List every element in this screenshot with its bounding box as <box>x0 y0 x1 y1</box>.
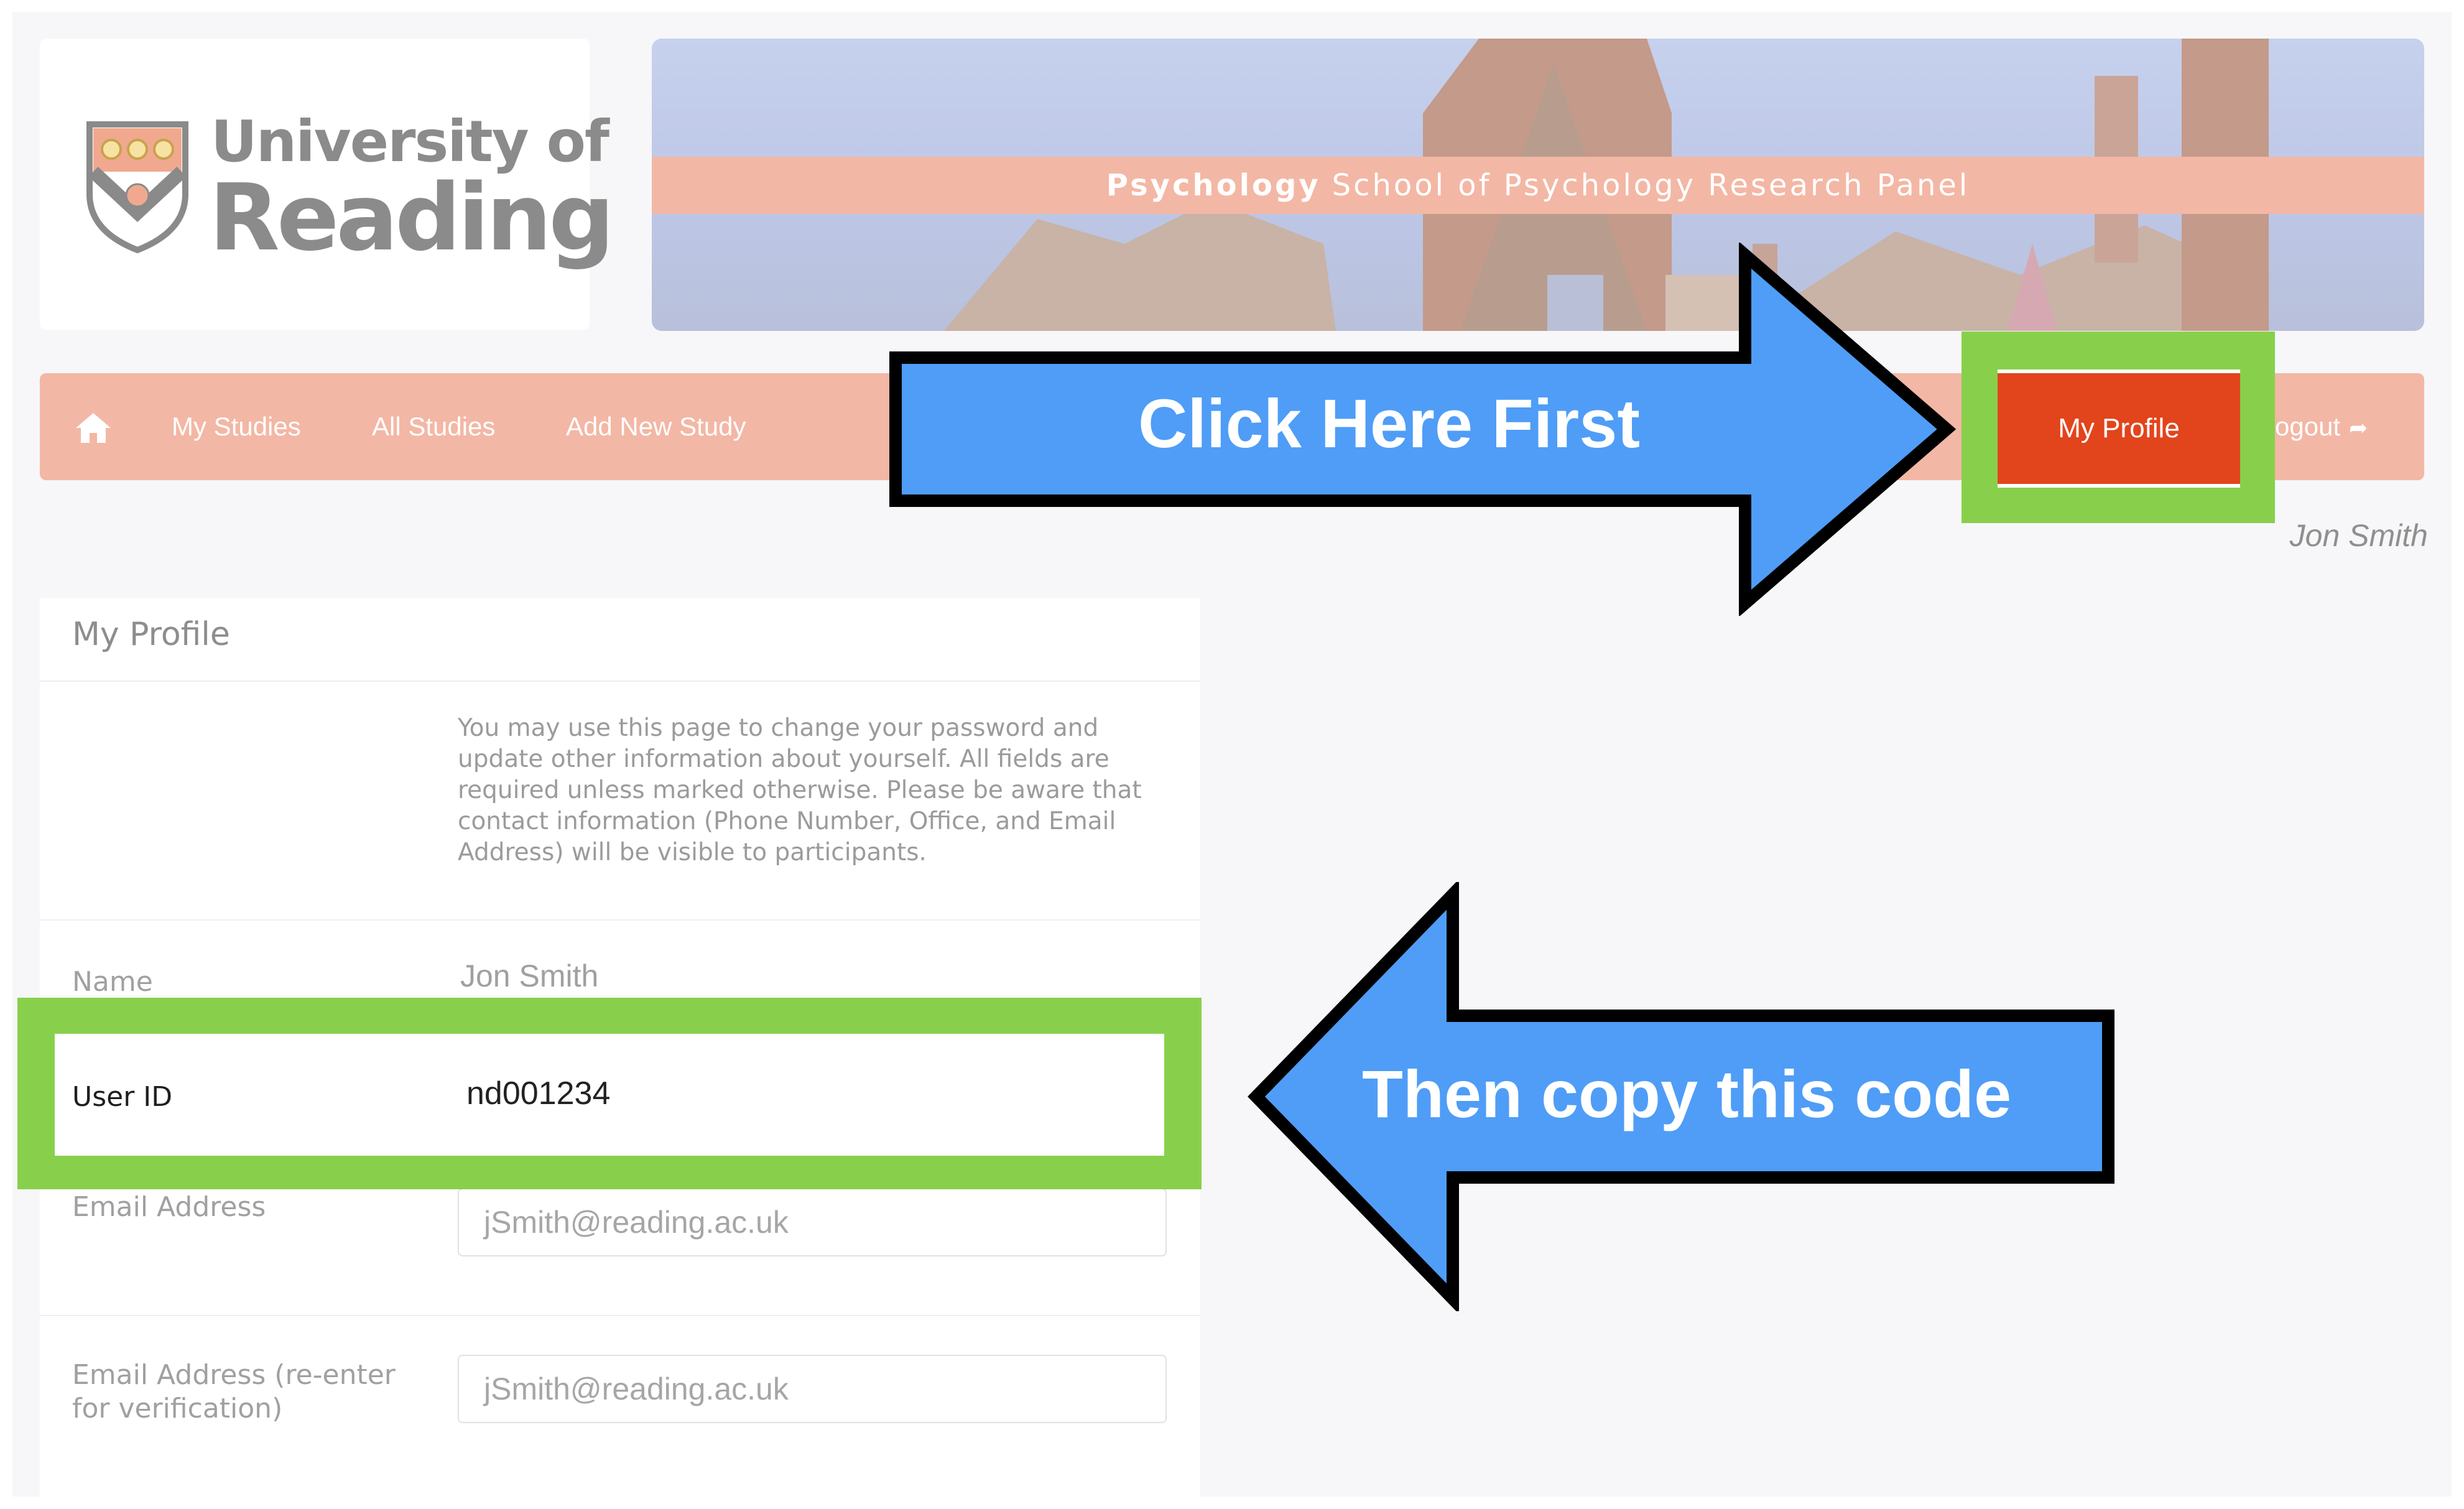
banner-prefix: Psychology <box>1106 168 1321 203</box>
divider <box>40 680 1200 682</box>
nav-add-new-study[interactable]: Add New Study <box>566 373 746 480</box>
click-here-first-text: Click Here First <box>1138 386 1641 462</box>
name-value: Jon Smith <box>460 959 599 993</box>
copy-code-text: Then copy this code <box>1362 1056 2012 1131</box>
divider <box>40 919 1200 921</box>
logo-text-bottom: Reading <box>209 164 614 271</box>
user-id-value[interactable]: nd001234 <box>466 1075 610 1112</box>
logged-in-user: Jon Smith <box>2289 518 2428 553</box>
banner-title-text: School of Psychology Research Panel <box>1332 168 1970 203</box>
name-label: Name <box>72 966 153 998</box>
divider <box>40 1315 1200 1316</box>
user-id-label: User ID <box>72 1081 173 1113</box>
sign-out-icon: ➦ <box>2349 415 2368 440</box>
nav-all-studies[interactable]: All Studies <box>372 373 495 480</box>
email-field[interactable]: jSmith@reading.ac.uk <box>458 1188 1167 1256</box>
university-logo[interactable]: University of Reading <box>40 39 614 330</box>
nav-my-profile-button[interactable]: My Profile <box>1998 369 2240 488</box>
nav-my-studies[interactable]: My Studies <box>172 373 301 480</box>
email-label: Email Address <box>72 1191 266 1223</box>
banner-title: Psychology School of Psychology Research… <box>652 157 2424 214</box>
logout-label: ogout <box>2275 412 2341 441</box>
email-confirm-field[interactable]: jSmith@reading.ac.uk <box>458 1355 1167 1423</box>
profile-intro: You may use this page to change your pas… <box>458 714 1142 866</box>
card-title: My Profile <box>72 616 230 653</box>
home-icon[interactable] <box>75 412 112 444</box>
email-confirm-label: Email Address (re-enter for verification… <box>72 1359 396 1424</box>
crest-icon <box>86 121 188 253</box>
nav-logout[interactable]: ogout ➦ <box>2275 373 2368 480</box>
